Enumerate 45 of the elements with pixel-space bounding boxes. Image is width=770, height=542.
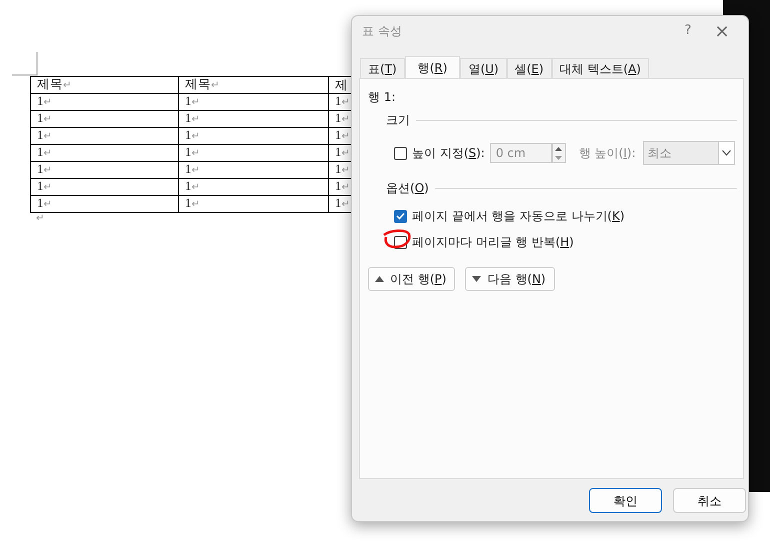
cancel-button[interactable]: 취소 xyxy=(673,488,746,513)
table-cell: 1↵ xyxy=(178,94,328,110)
close-button[interactable]: × xyxy=(704,18,740,44)
tab[interactable]: 열(U) xyxy=(460,58,507,78)
tab[interactable]: 대체 텍스트(A) xyxy=(552,58,649,78)
chevron-down-icon xyxy=(722,150,731,156)
tab[interactable]: 셀(E) xyxy=(506,58,552,78)
checkbox[interactable] xyxy=(394,146,407,160)
ok-button[interactable]: 확인 xyxy=(589,488,662,513)
row-nav-button[interactable]: 다음 행(N) xyxy=(465,267,555,291)
row-nav-button[interactable]: 이전 행(P) xyxy=(368,267,456,291)
table-header-cell: 제목↵ xyxy=(178,76,328,94)
triangle-up-icon xyxy=(375,276,384,282)
spin-down-icon xyxy=(555,156,562,160)
row-label: 행 1: xyxy=(368,89,396,106)
table-cell: 1↵ xyxy=(30,128,178,144)
dialog-title: 표 속성 xyxy=(362,23,403,40)
table-cell: 1↵ xyxy=(30,110,178,128)
field-label: 행 높이(I): xyxy=(578,145,636,162)
checkbox[interactable] xyxy=(394,210,407,222)
table-cell: 1↵ xyxy=(178,196,328,212)
table-cell: 1↵ xyxy=(178,128,328,144)
spin-button[interactable] xyxy=(552,143,566,163)
group-heading: 옵션(O) xyxy=(386,180,429,197)
table-cell: 1↵ xyxy=(178,178,328,196)
tab[interactable]: 행(R) xyxy=(404,56,460,78)
table-cell: 1↵ xyxy=(30,94,178,110)
table-cell: 1↵ xyxy=(30,144,178,162)
table-cell: 1↵ xyxy=(30,162,178,178)
table-cell: 1↵ xyxy=(30,178,178,196)
help-button[interactable]: ? xyxy=(672,21,704,41)
group-heading: 크기 xyxy=(386,112,410,129)
paragraph-mark: ↵ xyxy=(36,212,44,226)
table-header-cell: 제목↵ xyxy=(30,76,178,94)
table-cell: 1↵ xyxy=(30,196,178,212)
tab[interactable]: 표(T) xyxy=(360,58,405,78)
checkbox-label: 페이지마다 머리글 행 반복(H) xyxy=(412,234,574,251)
page-corner-mark xyxy=(12,52,38,76)
table-cell: 1↵ xyxy=(178,162,328,178)
spin-up-icon xyxy=(555,146,562,150)
checkbox-label: 높이 지정(S): xyxy=(412,145,485,162)
table-cell: 1↵ xyxy=(178,110,328,128)
table-cell: 1↵ xyxy=(178,144,328,162)
checkbox-label: 페이지 끝에서 행을 자동으로 나누기(K) xyxy=(412,208,625,225)
triangle-down-icon xyxy=(472,276,482,282)
